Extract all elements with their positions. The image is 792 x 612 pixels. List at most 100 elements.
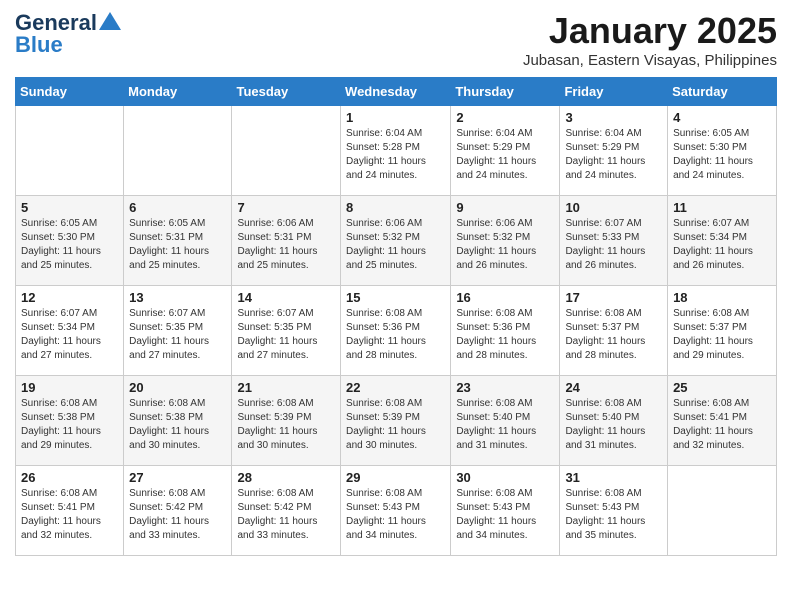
day-number: 27 <box>129 470 226 485</box>
month-title: January 2025 <box>523 10 777 52</box>
weekday-tuesday: Tuesday <box>232 78 341 106</box>
day-number: 24 <box>565 380 662 395</box>
cell-info: Sunrise: 6:04 AM Sunset: 5:29 PM Dayligh… <box>565 127 662 183</box>
calendar-cell: 15Sunrise: 6:08 AM Sunset: 5:36 PM Dayli… <box>341 286 451 376</box>
day-number: 22 <box>346 380 445 395</box>
cell-info: Sunrise: 6:08 AM Sunset: 5:41 PM Dayligh… <box>21 487 118 543</box>
calendar-cell: 1 Sunrise: 6:04 AM Sunset: 5:28 PM Daylig… <box>341 106 451 196</box>
calendar-cell: 6 Sunrise: 6:05 AM Sunset: 5:31 PM Daylig… <box>124 196 232 286</box>
location: Jubasan, Eastern Visayas, Philippines <box>523 52 777 69</box>
calendar-cell <box>232 106 341 196</box>
calendar-cell: 14Sunrise: 6:07 AM Sunset: 5:35 PM Dayli… <box>232 286 341 376</box>
cell-info: Sunrise: 6:08 AM Sunset: 5:43 PM Dayligh… <box>565 487 662 543</box>
title-section: January 2025 Jubasan, Eastern Visayas, P… <box>523 10 777 69</box>
calendar-cell: 9Sunrise: 6:06 AM Sunset: 5:32 PM Daylig… <box>451 196 560 286</box>
day-number: 6 <box>129 200 226 215</box>
day-number: 23 <box>456 380 554 395</box>
calendar-cell: 22 Sunrise: 6:08 AM Sunset: 5:39 PM Dayli… <box>341 376 451 466</box>
day-number: 12 <box>21 290 118 305</box>
day-number: 4 <box>673 110 771 125</box>
cell-info: Sunrise: 6:08 AM Sunset: 5:36 PM Dayligh… <box>456 307 554 363</box>
day-number: 26 <box>21 470 118 485</box>
day-number: 25 <box>673 380 771 395</box>
cell-info: Sunrise: 6:07 AM Sunset: 5:34 PM Dayligh… <box>673 217 771 273</box>
day-number: 11 <box>673 200 771 215</box>
cell-info: Sunrise: 6:08 AM Sunset: 5:43 PM Dayligh… <box>346 487 445 543</box>
cell-info: Sunrise: 6:08 AM Sunset: 5:40 PM Dayligh… <box>565 397 662 453</box>
week-row-1: 1 Sunrise: 6:04 AM Sunset: 5:28 PM Daylig… <box>16 106 777 196</box>
day-number: 17 <box>565 290 662 305</box>
day-number: 3 <box>565 110 662 125</box>
day-number: 7 <box>237 200 335 215</box>
week-row-2: 5 Sunrise: 6:05 AM Sunset: 5:30 PM Daylig… <box>16 196 777 286</box>
cell-info: Sunrise: 6:05 AM Sunset: 5:31 PM Dayligh… <box>129 217 226 273</box>
calendar-cell: 5 Sunrise: 6:05 AM Sunset: 5:30 PM Daylig… <box>16 196 124 286</box>
day-number: 10 <box>565 200 662 215</box>
cell-info: Sunrise: 6:06 AM Sunset: 5:31 PM Dayligh… <box>237 217 335 273</box>
weekday-header-row: SundayMondayTuesdayWednesdayThursdayFrid… <box>16 78 777 106</box>
day-number: 30 <box>456 470 554 485</box>
cell-info: Sunrise: 6:08 AM Sunset: 5:43 PM Dayligh… <box>456 487 554 543</box>
weekday-saturday: Saturday <box>668 78 777 106</box>
weekday-thursday: Thursday <box>451 78 560 106</box>
cell-info: Sunrise: 6:08 AM Sunset: 5:37 PM Dayligh… <box>673 307 771 363</box>
calendar-cell <box>16 106 124 196</box>
day-number: 8 <box>346 200 445 215</box>
cell-info: Sunrise: 6:05 AM Sunset: 5:30 PM Dayligh… <box>673 127 771 183</box>
cell-info: Sunrise: 6:08 AM Sunset: 5:36 PM Dayligh… <box>346 307 445 363</box>
calendar-cell: 11 Sunrise: 6:07 AM Sunset: 5:34 PM Dayli… <box>668 196 777 286</box>
cell-info: Sunrise: 6:06 AM Sunset: 5:32 PM Dayligh… <box>456 217 554 273</box>
day-number: 21 <box>237 380 335 395</box>
calendar-cell: 28Sunrise: 6:08 AM Sunset: 5:42 PM Dayli… <box>232 466 341 556</box>
calendar-cell: 23 Sunrise: 6:08 AM Sunset: 5:40 PM Dayli… <box>451 376 560 466</box>
cell-info: Sunrise: 6:08 AM Sunset: 5:42 PM Dayligh… <box>237 487 335 543</box>
calendar-table: SundayMondayTuesdayWednesdayThursdayFrid… <box>15 77 777 556</box>
calendar-cell: 21 Sunrise: 6:08 AM Sunset: 5:39 PM Dayli… <box>232 376 341 466</box>
weekday-monday: Monday <box>124 78 232 106</box>
cell-info: Sunrise: 6:08 AM Sunset: 5:40 PM Dayligh… <box>456 397 554 453</box>
cell-info: Sunrise: 6:08 AM Sunset: 5:38 PM Dayligh… <box>21 397 118 453</box>
cell-info: Sunrise: 6:07 AM Sunset: 5:35 PM Dayligh… <box>129 307 226 363</box>
weekday-sunday: Sunday <box>16 78 124 106</box>
day-number: 19 <box>21 380 118 395</box>
calendar-cell: 4 Sunrise: 6:05 AM Sunset: 5:30 PM Daylig… <box>668 106 777 196</box>
day-number: 2 <box>456 110 554 125</box>
day-number: 29 <box>346 470 445 485</box>
day-number: 31 <box>565 470 662 485</box>
day-number: 5 <box>21 200 118 215</box>
calendar-cell: 10 Sunrise: 6:07 AM Sunset: 5:33 PM Dayli… <box>560 196 668 286</box>
page-header: General Blue January 2025 Jubasan, Easte… <box>15 10 777 69</box>
calendar-cell: 17Sunrise: 6:08 AM Sunset: 5:37 PM Dayli… <box>560 286 668 376</box>
calendar-cell: 18Sunrise: 6:08 AM Sunset: 5:37 PM Dayli… <box>668 286 777 376</box>
day-number: 16 <box>456 290 554 305</box>
calendar-cell: 30 Sunrise: 6:08 AM Sunset: 5:43 PM Dayli… <box>451 466 560 556</box>
week-row-4: 19 Sunrise: 6:08 AM Sunset: 5:38 PM Dayli… <box>16 376 777 466</box>
cell-info: Sunrise: 6:05 AM Sunset: 5:30 PM Dayligh… <box>21 217 118 273</box>
cell-info: Sunrise: 6:04 AM Sunset: 5:28 PM Dayligh… <box>346 127 445 183</box>
calendar-cell: 13Sunrise: 6:07 AM Sunset: 5:35 PM Dayli… <box>124 286 232 376</box>
cell-info: Sunrise: 6:08 AM Sunset: 5:39 PM Dayligh… <box>237 397 335 453</box>
calendar-cell: 2 Sunrise: 6:04 AM Sunset: 5:29 PM Daylig… <box>451 106 560 196</box>
calendar-cell <box>124 106 232 196</box>
cell-info: Sunrise: 6:08 AM Sunset: 5:39 PM Dayligh… <box>346 397 445 453</box>
page-container: General Blue January 2025 Jubasan, Easte… <box>0 0 792 566</box>
calendar-cell: 26 Sunrise: 6:08 AM Sunset: 5:41 PM Dayli… <box>16 466 124 556</box>
calendar-cell: 7 Sunrise: 6:06 AM Sunset: 5:31 PM Daylig… <box>232 196 341 286</box>
calendar-cell: 27 Sunrise: 6:08 AM Sunset: 5:42 PM Dayli… <box>124 466 232 556</box>
calendar-cell: 25Sunrise: 6:08 AM Sunset: 5:41 PM Dayli… <box>668 376 777 466</box>
calendar-cell: 20Sunrise: 6:08 AM Sunset: 5:38 PM Dayli… <box>124 376 232 466</box>
calendar-cell: 16 Sunrise: 6:08 AM Sunset: 5:36 PM Dayli… <box>451 286 560 376</box>
calendar-cell: 3 Sunrise: 6:04 AM Sunset: 5:29 PM Daylig… <box>560 106 668 196</box>
day-number: 1 <box>346 110 445 125</box>
logo-icon <box>99 12 121 30</box>
day-number: 20 <box>129 380 226 395</box>
day-number: 14 <box>237 290 335 305</box>
weekday-friday: Friday <box>560 78 668 106</box>
cell-info: Sunrise: 6:07 AM Sunset: 5:33 PM Dayligh… <box>565 217 662 273</box>
week-row-5: 26 Sunrise: 6:08 AM Sunset: 5:41 PM Dayli… <box>16 466 777 556</box>
cell-info: Sunrise: 6:07 AM Sunset: 5:34 PM Dayligh… <box>21 307 118 363</box>
logo: General Blue <box>15 10 121 58</box>
cell-info: Sunrise: 6:04 AM Sunset: 5:29 PM Dayligh… <box>456 127 554 183</box>
cell-info: Sunrise: 6:08 AM Sunset: 5:42 PM Dayligh… <box>129 487 226 543</box>
calendar-cell: 8Sunrise: 6:06 AM Sunset: 5:32 PM Daylig… <box>341 196 451 286</box>
